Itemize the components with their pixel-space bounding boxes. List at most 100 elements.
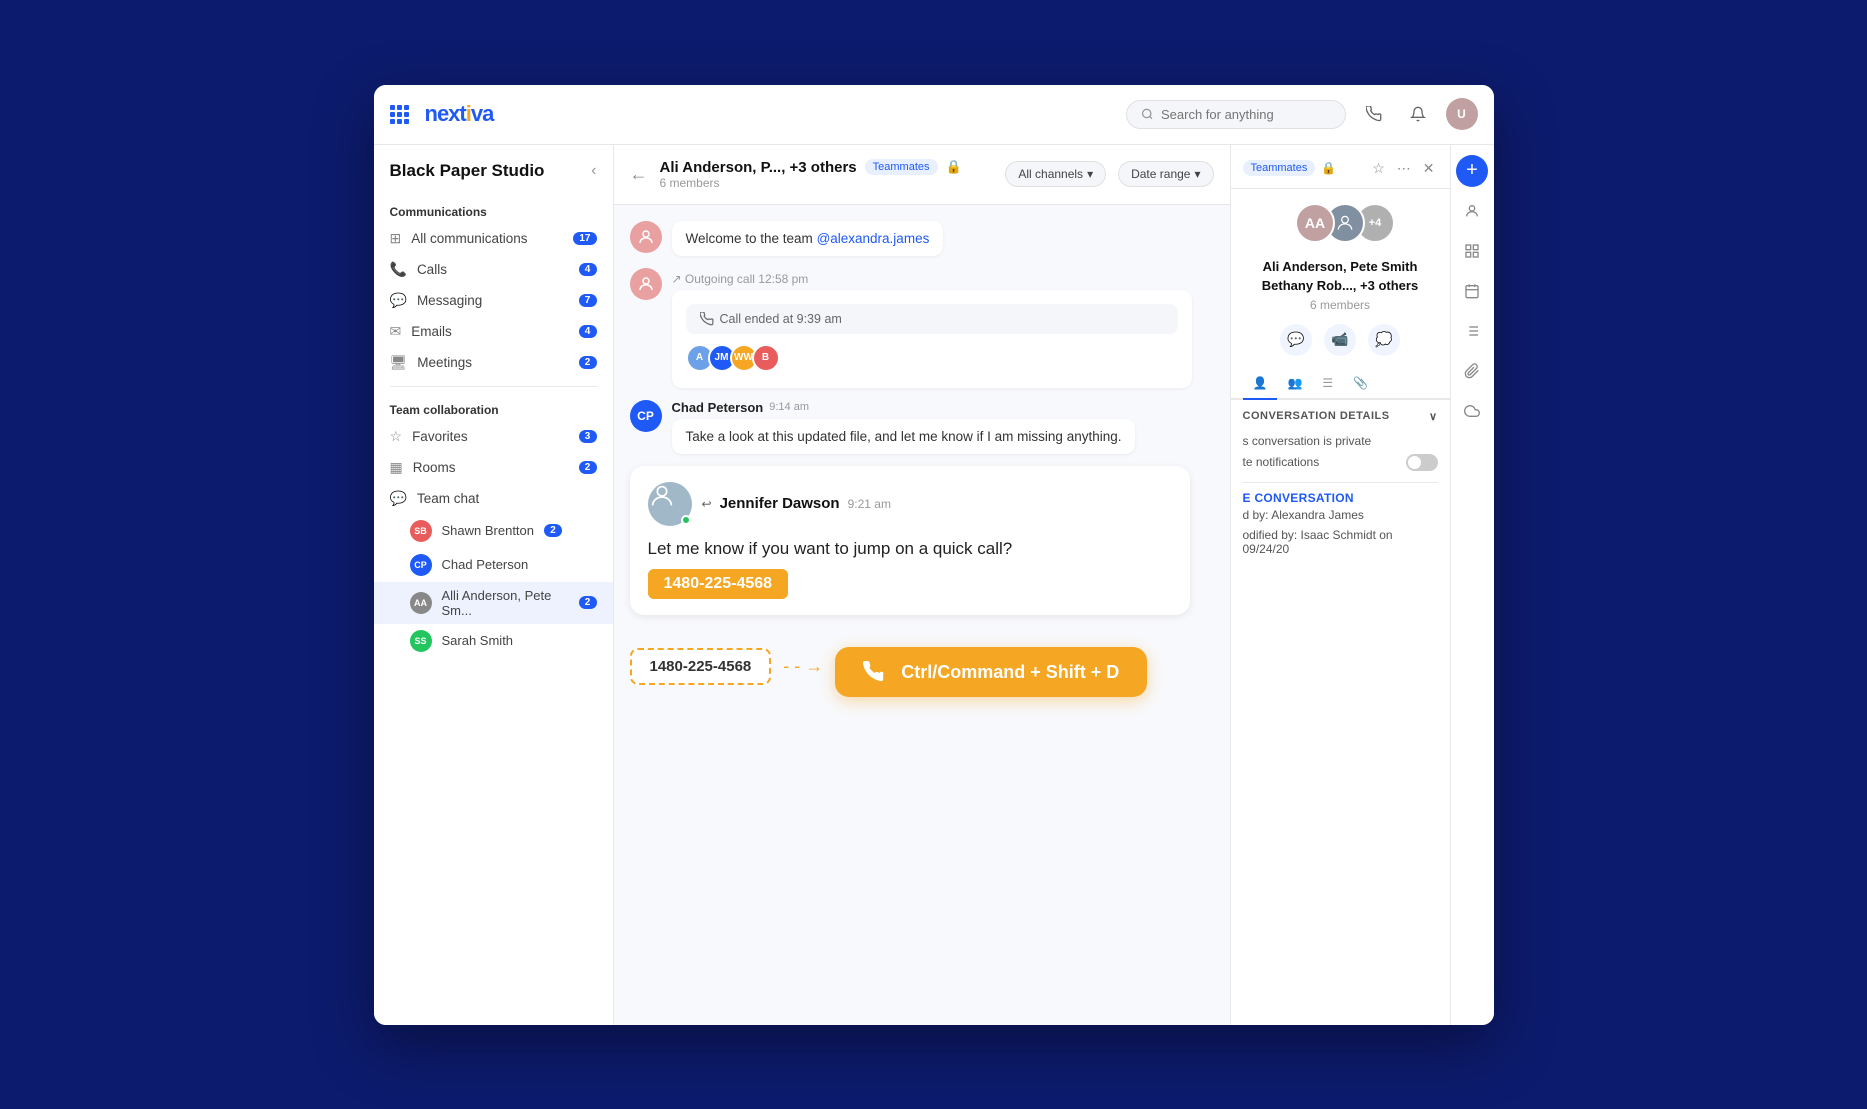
- logo: next i va: [425, 101, 494, 127]
- bubble-action-btn[interactable]: 💭: [1368, 324, 1400, 356]
- back-button[interactable]: ←: [630, 164, 648, 185]
- conv-section-label: E CONVERSATION: [1243, 491, 1438, 505]
- message-chad: CP Chad Peterson 9:14 am Take a look at …: [630, 400, 1214, 454]
- panel-tab-list[interactable]: ☰: [1312, 368, 1343, 400]
- notifications-toggle[interactable]: [1406, 454, 1438, 471]
- jennifer-message-text: Let me know if you want to jump on a qui…: [648, 536, 1172, 562]
- rooms-icon: ▦: [390, 459, 403, 476]
- sarah-name: Sarah Smith: [442, 633, 514, 648]
- panel-star-btn[interactable]: ☆: [1369, 157, 1388, 180]
- msg-bubble-welcome: Welcome to the team @alexandra.james: [672, 221, 944, 256]
- calendar-icon-btn[interactable]: [1456, 275, 1488, 307]
- chad-msg-avatar: CP: [630, 400, 662, 432]
- add-btn[interactable]: +: [1456, 155, 1488, 187]
- list-icon-btn[interactable]: [1456, 315, 1488, 347]
- alli-badge: 2: [579, 596, 597, 609]
- mention-alexandra: @alexandra.james: [817, 231, 930, 246]
- paperclip-icon-btn[interactable]: [1456, 355, 1488, 387]
- contact-shawn[interactable]: SB Shawn Brentton 2: [374, 514, 613, 548]
- panel-avatars: AA +4: [1231, 189, 1450, 257]
- favorites-label: Favorites: [412, 429, 568, 444]
- grid-icon[interactable]: [390, 105, 409, 124]
- meetings-icon: 🖥: [390, 354, 408, 371]
- phone-icon[interactable]: [1358, 98, 1390, 130]
- sidebar-item-emails[interactable]: ✉ Emails 4: [374, 316, 613, 347]
- top-bar: next i va U: [374, 85, 1494, 145]
- shortcut-label: Ctrl/Command + Shift + D: [901, 662, 1119, 683]
- bell-icon[interactable]: [1402, 98, 1434, 130]
- phone-ended-icon: [700, 312, 714, 326]
- contact-alli[interactable]: AA Alli Anderson, Pete Sm... 2: [374, 582, 613, 624]
- sidebar-item-calls[interactable]: 📞 Calls 4: [374, 254, 613, 285]
- messaging-badge: 7: [579, 294, 597, 307]
- sidebar-item-all-communications[interactable]: ⊞ All communications 17: [374, 223, 613, 254]
- cloud-icon-btn[interactable]: [1456, 395, 1488, 427]
- search-bar[interactable]: [1126, 100, 1346, 129]
- sidebar-item-meetings[interactable]: 🖥 Meetings 2: [374, 347, 613, 378]
- favorites-icon: ☆: [390, 428, 403, 445]
- arrow-indicator: - - →: [783, 656, 823, 677]
- panel-tab-people[interactable]: 👤: [1243, 368, 1278, 400]
- contact-sarah[interactable]: SS Sarah Smith: [374, 624, 613, 658]
- call-avatar-4: B: [752, 344, 780, 372]
- user-avatar[interactable]: U: [1446, 98, 1478, 130]
- chad-msg-bubble: Take a look at this updated file, and le…: [672, 419, 1136, 454]
- panel-close-btn[interactable]: ✕: [1420, 157, 1438, 180]
- favorites-badge: 3: [579, 430, 597, 443]
- panel-member-count: 6 members: [1231, 298, 1450, 312]
- conv-details: CONVERSATION DETAILS ∨ s conversation is…: [1231, 400, 1450, 569]
- sidebar-collapse-btn[interactable]: ‹: [591, 162, 596, 180]
- chat-tag: Teammates: [865, 159, 938, 175]
- workspace-name: Black Paper Studio: [390, 161, 545, 181]
- sarah-avatar: SS: [410, 630, 432, 652]
- featured-message: ↩ Jennifer Dawson 9:21 am Let me know if…: [630, 466, 1190, 616]
- jennifer-avatar-icon: [648, 482, 676, 510]
- chat-action-btn[interactable]: 💬: [1280, 324, 1312, 356]
- icon-bar: +: [1450, 145, 1494, 1025]
- messaging-label: Messaging: [417, 293, 569, 308]
- calls-label: Calls: [417, 262, 569, 277]
- sidebar: Black Paper Studio ‹ Communications ⊞ Al…: [374, 145, 614, 1025]
- dashed-phone-box: 1480-225-4568: [630, 648, 772, 685]
- video-action-btn[interactable]: 📹: [1324, 324, 1356, 356]
- chat-subtitle: 6 members: [660, 176, 994, 190]
- conv-private-row: s conversation is private: [1243, 431, 1438, 451]
- meetings-label: Meetings: [417, 355, 568, 370]
- search-icon: [1141, 107, 1153, 121]
- panel-avatar-aa: AA: [1295, 203, 1335, 243]
- jennifer-time: 9:21 am: [848, 497, 891, 511]
- message-welcome: Welcome to the team @alexandra.james: [630, 221, 1214, 256]
- sidebar-item-rooms[interactable]: ▦ Rooms 2: [374, 452, 613, 483]
- teamchat-label: Team chat: [417, 491, 597, 506]
- grid-icon-btn[interactable]: [1456, 235, 1488, 267]
- chat-title-block: Ali Anderson, P..., +3 others Teammates …: [660, 159, 994, 190]
- shortcut-banner: Ctrl/Command + Shift + D: [835, 647, 1147, 697]
- teamchat-icon: 💬: [390, 490, 407, 507]
- contact-chad[interactable]: CP Chad Peterson: [374, 548, 613, 582]
- rooms-badge: 2: [579, 461, 597, 474]
- panel-more-btn[interactable]: ⋯: [1394, 157, 1414, 180]
- app-window: next i va U Black Paper Studio ‹ Communi…: [374, 85, 1494, 1025]
- sidebar-item-favorites[interactable]: ☆ Favorites 3: [374, 421, 613, 452]
- panel-tab-attach[interactable]: 📎: [1343, 368, 1378, 400]
- phone-shortcut-icon: [863, 661, 885, 683]
- conv-details-label: CONVERSATION DETAILS: [1243, 410, 1390, 422]
- chat-name: Ali Anderson, P..., +3 others: [660, 159, 857, 176]
- search-input[interactable]: [1161, 107, 1331, 122]
- contacts-icon-btn[interactable]: [1456, 195, 1488, 227]
- conv-notifications-row: te notifications: [1243, 451, 1438, 474]
- all-channels-filter[interactable]: All channels ▾: [1005, 161, 1106, 187]
- chat-messages: Welcome to the team @alexandra.james ↗ O…: [614, 205, 1230, 1025]
- chad-name: Chad Peterson: [442, 557, 529, 572]
- all-comms-label: All communications: [411, 231, 563, 246]
- jennifer-avatar-wrap: [648, 482, 692, 526]
- sidebar-item-teamchat[interactable]: 💬 Team chat: [374, 483, 613, 514]
- shawn-avatar: SB: [410, 520, 432, 542]
- chat-header: ← Ali Anderson, P..., +3 others Teammate…: [614, 145, 1230, 205]
- phone-number[interactable]: 1480-225-4568: [648, 569, 789, 599]
- panel-tab-group[interactable]: 👥: [1277, 368, 1312, 400]
- messaging-icon: 💬: [390, 292, 407, 309]
- conv-details-toggle[interactable]: ∨: [1429, 410, 1438, 423]
- date-range-filter[interactable]: Date range ▾: [1118, 161, 1213, 187]
- sidebar-item-messaging[interactable]: 💬 Messaging 7: [374, 285, 613, 316]
